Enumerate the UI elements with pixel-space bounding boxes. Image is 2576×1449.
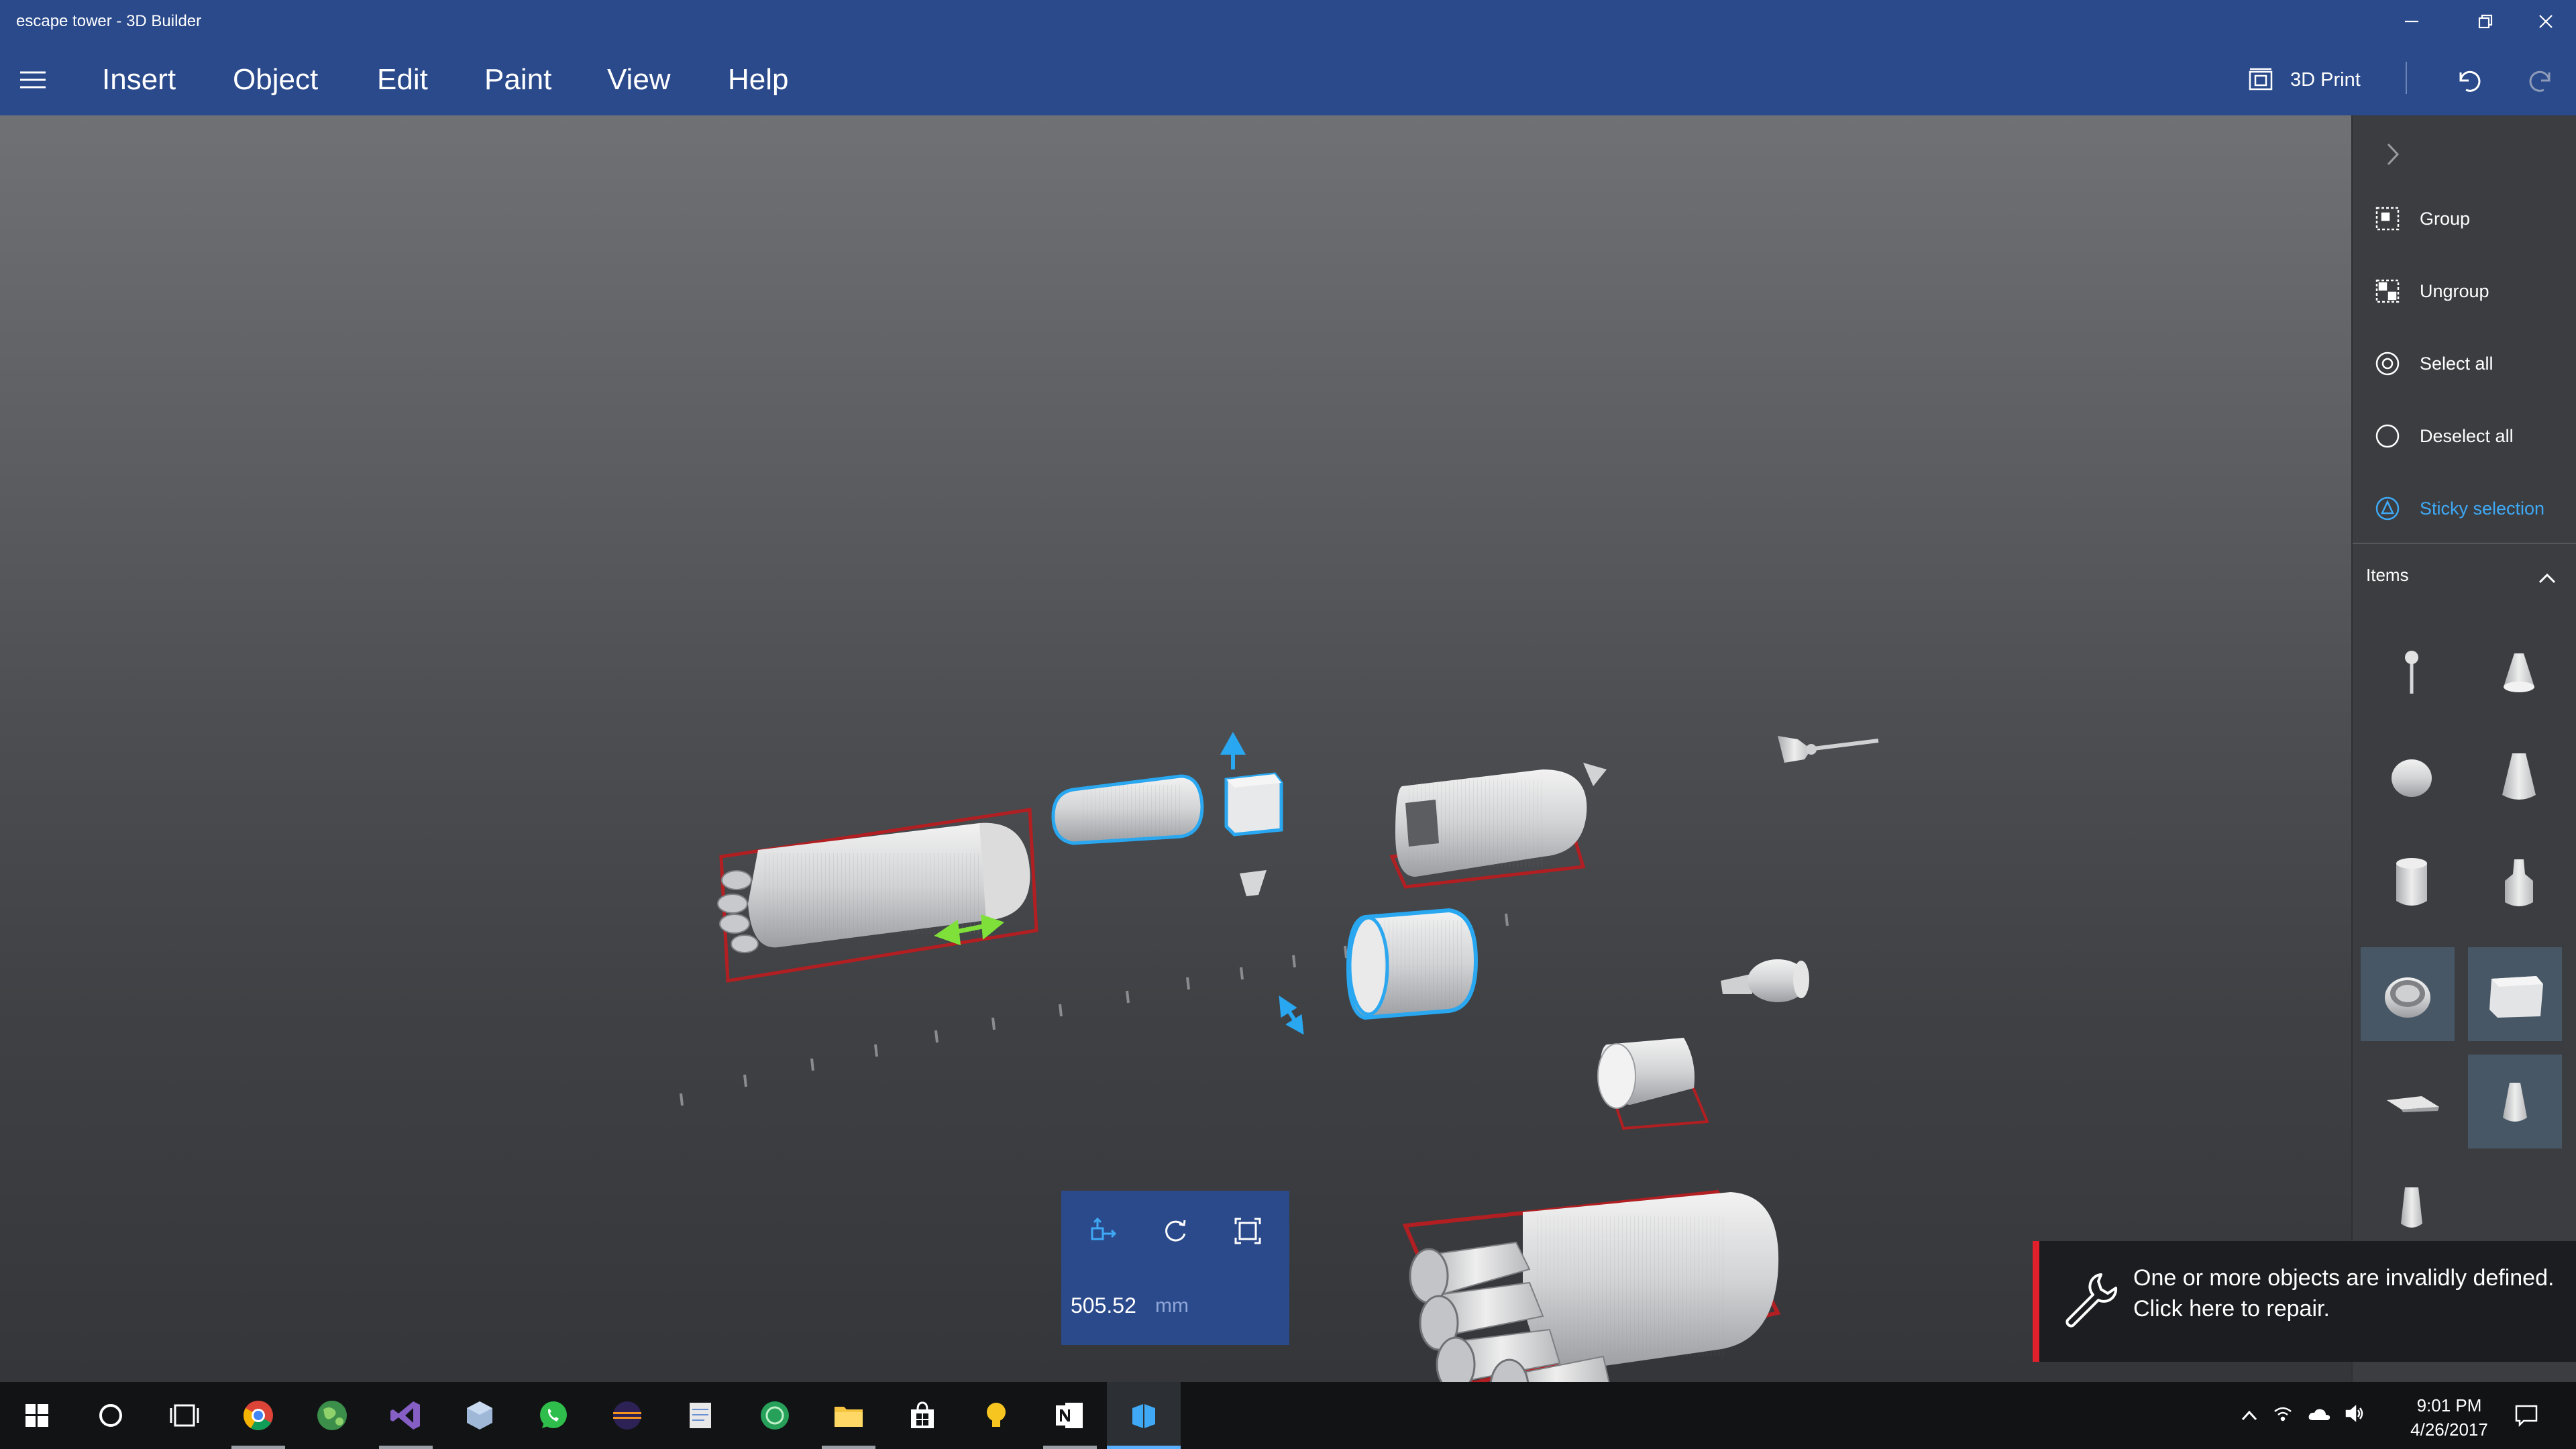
system-tray	[2241, 1382, 2363, 1449]
3d-print-button[interactable]: 3D Print	[2247, 63, 2361, 97]
group-icon	[2371, 203, 2404, 235]
title-bar: escape tower - 3D Builder	[0, 0, 2576, 43]
item-thumb-cylinder-segment[interactable]	[2365, 837, 2459, 931]
item-thumb-escape-tower-rod[interactable]	[2365, 625, 2459, 719]
wrench-icon	[2065, 1273, 2118, 1328]
sticky-selection-button[interactable]: Sticky selection	[2353, 475, 2576, 542]
onedrive-icon[interactable]	[2308, 1405, 2330, 1426]
virtualbox-icon[interactable]	[443, 1382, 517, 1449]
item-thumb-fin-plate[interactable]	[2365, 1055, 2459, 1148]
menu-insert[interactable]: Insert	[102, 63, 176, 97]
minimize-icon[interactable]	[2375, 0, 2449, 43]
menu-help[interactable]: Help	[728, 63, 789, 97]
items-label: Items	[2366, 565, 2409, 585]
first-stage-model[interactable]	[1402, 1189, 1781, 1382]
3d-builder-icon[interactable]	[1107, 1382, 1181, 1449]
move-icon[interactable]	[1083, 1211, 1123, 1251]
menu-view[interactable]: View	[607, 63, 671, 97]
hamburger-icon[interactable]	[16, 63, 50, 97]
item-thumb-small-capsule[interactable]	[2468, 1055, 2562, 1148]
selected-ring-stage-model[interactable]	[1279, 908, 1479, 1035]
rotate-icon[interactable]	[1155, 1211, 1195, 1251]
transform-toolbar: 505.52 mm	[1061, 1191, 1289, 1345]
undo-icon[interactable]	[2447, 60, 2487, 101]
menu-paint[interactable]: Paint	[484, 63, 551, 97]
panel-divider	[2353, 543, 2576, 544]
select-all-icon	[2371, 347, 2404, 380]
clock-date[interactable]: 4/26/2017	[2406, 1419, 2493, 1440]
items-header: Items	[2366, 558, 2567, 598]
green-globe-icon[interactable]	[738, 1382, 812, 1449]
ungroup-icon	[2371, 275, 2404, 307]
sticky-selection-label: Sticky selection	[2420, 498, 2545, 519]
whatsapp-icon[interactable]	[517, 1382, 590, 1449]
right-panel: Group Ungroup Select all Deselect all St…	[2351, 115, 2576, 1382]
chevron-up-icon[interactable]	[2534, 565, 2561, 592]
redo-icon[interactable]	[2522, 60, 2563, 101]
3d-print-label: 3D Print	[2290, 68, 2361, 91]
item-thumb-engine-bell[interactable]	[2472, 837, 2566, 931]
chevron-right-icon[interactable]	[2379, 134, 2406, 174]
menu-edit[interactable]: Edit	[377, 63, 428, 97]
interstage-model[interactable]	[1389, 763, 1607, 889]
depth-arrow-icon[interactable]	[1279, 996, 1304, 1035]
clock-time[interactable]: 9:01 PM	[2406, 1395, 2493, 1416]
sticky-selection-icon	[2371, 492, 2404, 525]
item-thumb-bell-nozzle[interactable]	[2472, 625, 2566, 719]
volume-icon[interactable]	[2345, 1404, 2365, 1427]
select-all-label: Select all	[2420, 353, 2493, 374]
window-title: escape tower - 3D Builder	[16, 12, 202, 30]
menu-separator	[2406, 62, 2407, 94]
ungroup-button[interactable]: Ungroup	[2353, 258, 2576, 325]
task-view-icon[interactable]	[148, 1382, 221, 1449]
item-thumb-dome-cap[interactable]	[2365, 730, 2459, 824]
dimension-value[interactable]: 505.52	[1071, 1293, 1136, 1318]
deselect-all-button[interactable]: Deselect all	[2353, 402, 2576, 470]
visual-studio-icon[interactable]	[369, 1382, 443, 1449]
repair-message: One or more objects are invalidly define…	[2133, 1265, 2555, 1291]
cortana-icon[interactable]	[74, 1382, 148, 1449]
deselect-all-icon	[2371, 420, 2404, 452]
escape-tower-model[interactable]	[1778, 736, 1879, 763]
engine-bell-model[interactable]	[1597, 1038, 1709, 1130]
select-all-button[interactable]: Select all	[2353, 330, 2576, 397]
dimension-unit: mm	[1155, 1295, 1189, 1317]
menu-bar: Insert Object Edit Paint View Help 3D Pr…	[0, 43, 2576, 115]
earth-icon[interactable]	[295, 1382, 369, 1449]
chrome-icon[interactable]	[221, 1382, 295, 1449]
notepad-icon[interactable]	[664, 1382, 738, 1449]
selected-booster-model[interactable]	[1051, 774, 1204, 845]
item-thumb-capsule-cone[interactable]	[2472, 730, 2566, 824]
taskbar: 9:01 PM 4/26/2017	[0, 1382, 2576, 1449]
group-button[interactable]: Group	[2353, 185, 2576, 252]
printer-icon	[2249, 68, 2273, 91]
selected-cube-model[interactable]	[1220, 731, 1283, 837]
lightbulb-icon[interactable]	[959, 1382, 1033, 1449]
menu-object[interactable]: Object	[233, 63, 318, 97]
store-icon[interactable]	[885, 1382, 959, 1449]
onenote-icon[interactable]	[1033, 1382, 1107, 1449]
ungroup-label: Ungroup	[2420, 280, 2489, 301]
item-thumb-ring-stage[interactable]	[2361, 947, 2455, 1041]
chevron-up-icon[interactable]	[2241, 1405, 2258, 1426]
wifi-icon[interactable]	[2273, 1405, 2293, 1427]
file-explorer-icon[interactable]	[812, 1382, 885, 1449]
action-center-icon[interactable]	[2506, 1395, 2546, 1436]
deselect-all-label: Deselect all	[2420, 425, 2514, 446]
small-thruster-model[interactable]	[1721, 959, 1809, 1002]
service-module-model[interactable]	[717, 808, 1038, 983]
item-thumb-cube-block[interactable]	[2468, 947, 2562, 1041]
scale-icon[interactable]	[1228, 1211, 1268, 1251]
windows-start-icon[interactable]	[0, 1382, 74, 1449]
repair-action-text[interactable]: Click here to repair.	[2133, 1296, 2330, 1322]
lift-arrow-icon[interactable]	[1220, 731, 1246, 769]
group-label: Group	[2420, 208, 2471, 229]
eclipse-icon[interactable]	[590, 1382, 664, 1449]
small-cone-model[interactable]	[1240, 870, 1267, 896]
close-icon[interactable]	[2509, 0, 2576, 43]
repair-notification[interactable]: One or more objects are invalidly define…	[2033, 1241, 2576, 1362]
